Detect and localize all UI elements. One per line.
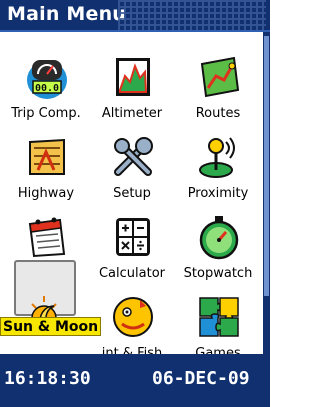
menu-item-setup[interactable]: Setup: [88, 124, 176, 204]
menu-item-stopwatch[interactable]: Stopwatch: [174, 204, 262, 284]
menu-item-label: Routes: [195, 106, 241, 121]
status-time: 16:18:30: [4, 368, 91, 389]
menu-item-label: Calculator: [98, 266, 165, 281]
page-title: Main Menu: [7, 3, 127, 25]
menu-grid: 00.0 Trip Comp. Altimeter Routes Highway…: [0, 32, 263, 361]
menu-item-hunt-fish[interactable]: int & Fish: [88, 284, 176, 364]
scroll-thumb[interactable]: [264, 36, 269, 296]
calculator-icon: [110, 214, 156, 260]
menu-item-highway[interactable]: Highway: [2, 124, 90, 204]
highway-icon: [24, 134, 70, 180]
stopwatch-icon: [196, 214, 242, 260]
scrollbar[interactable]: [263, 32, 270, 354]
menu-item-label: Highway: [17, 186, 75, 201]
menu-item-altimeter[interactable]: Altimeter: [88, 44, 176, 124]
menu-item-label: Setup: [113, 186, 151, 201]
menu-item-label: Stopwatch: [183, 266, 253, 281]
menu-item-games[interactable]: Games: [174, 284, 262, 364]
title-bar: Main Menu: [0, 0, 270, 32]
menu-item-calculator[interactable]: Calculator: [88, 204, 176, 284]
menu-item-trip-computer[interactable]: 00.0 Trip Comp.: [2, 44, 90, 124]
status-bar: 16:18:30 06-DEC-09: [0, 354, 270, 407]
trip-odometer-text: 00.0: [35, 83, 59, 94]
setup-icon: [110, 134, 156, 180]
menu-item-proximity[interactable]: Proximity: [174, 124, 262, 204]
calendar-icon: [24, 214, 70, 260]
routes-icon: [196, 54, 242, 100]
title-pattern: [118, 0, 266, 30]
trip-computer-icon: 00.0: [24, 54, 70, 100]
menu-item-routes[interactable]: Routes: [174, 44, 262, 124]
status-date: 06-DEC-09: [152, 368, 250, 389]
games-icon: [196, 294, 242, 340]
hunt-fish-icon: [110, 294, 156, 340]
menu-item-label: Trip Comp.: [11, 106, 81, 121]
proximity-icon: [196, 134, 242, 180]
altimeter-icon: [110, 54, 156, 100]
menu-item-label: Proximity: [187, 186, 249, 201]
selected-item-label: Sun & Moon: [0, 317, 102, 336]
menu-item-label: Altimeter: [101, 106, 163, 121]
